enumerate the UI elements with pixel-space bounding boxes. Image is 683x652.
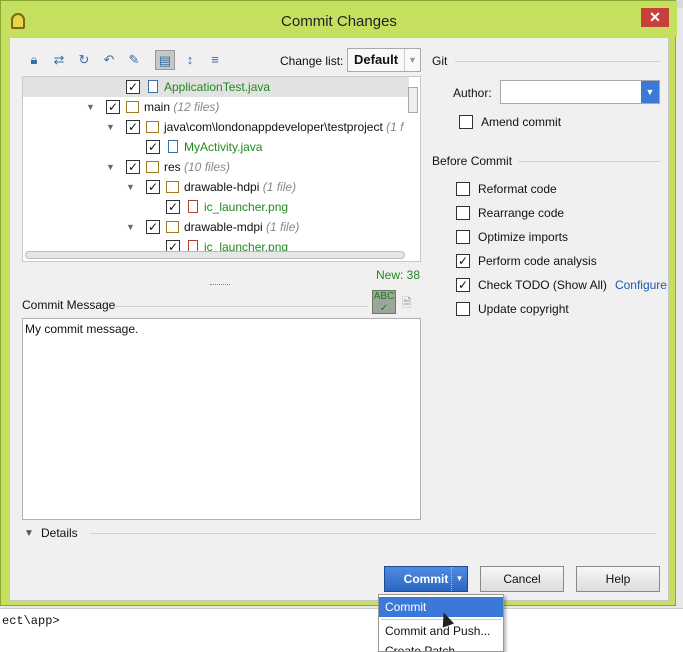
option-label: Update copyright [478,302,569,316]
commit-button-label: Commit [403,572,449,586]
refresh-icon[interactable]: ↻ [74,50,94,70]
option-label: Check TODO (Show All) Configure [478,278,667,292]
lock-icon[interactable]: 🔒︎ [24,50,44,70]
checkbox[interactable] [459,115,473,129]
splitter-handle[interactable] [210,284,230,288]
tree-item-name: MyActivity.java [184,140,263,154]
divider [455,61,660,62]
checkbox[interactable] [456,182,470,196]
details-toggle[interactable]: Details [41,526,78,540]
caret-down-icon[interactable]: ▼ [126,177,138,197]
caret-down-icon[interactable]: ▼ [126,217,138,237]
checkbox[interactable] [456,206,470,220]
caret-down-icon[interactable]: ▼ [24,528,34,539]
tree-vertical-scrollbar[interactable] [408,87,418,113]
folder-icon [126,101,139,113]
tree-item-name: main (12 files) [144,100,220,114]
tree-checkbox[interactable]: ✓ [126,120,140,134]
dialog-titlebar[interactable]: Commit Changes ✕ [1,1,677,37]
tree-item-name: ApplicationTest.java [164,80,271,94]
diff-icon[interactable]: ⇄ [49,50,69,70]
tree-item-name: ic_launcher.png [204,200,289,214]
tree-row[interactable]: ✓ ic_launcher.png [23,197,409,217]
terminal-panel[interactable]: ect\app> [0,608,683,652]
configure-link[interactable]: Configure [615,278,667,292]
tree-checkbox[interactable]: ✓ [146,140,160,154]
edit-icon[interactable]: ✎ [124,50,144,70]
tree-item-name: drawable-mdpi (1 file) [184,220,300,234]
changelist-label: Change list: [280,54,344,68]
changelist-value: Default [354,52,399,67]
dialog-body: 🔒︎ ⇄ ↻ ↶ ✎ ▤ ↕ ≡ Change list: Default ▼ … [9,37,669,601]
checkbox[interactable] [456,230,470,244]
tree-horizontal-scrollbar[interactable] [25,251,405,259]
folder-icon [146,121,159,133]
tree-checkbox[interactable]: ✓ [146,180,160,194]
image-file-icon [188,200,198,213]
tree-item-name: res (10 files) [164,160,231,174]
tree-checkbox[interactable]: ✓ [166,200,180,214]
java-file-icon [148,80,158,93]
divider [518,161,660,162]
cancel-button[interactable]: Cancel [480,566,564,592]
tree-checkbox[interactable]: ✓ [106,100,120,114]
tree-row[interactable]: ✓ ApplicationTest.java [23,77,409,97]
menu-item-create-patch[interactable]: Create Patch... [379,641,503,651]
git-section-label: Git [432,54,448,68]
commit-message-input[interactable]: My commit message. [22,318,421,520]
chevron-down-icon: ▼ [404,49,420,71]
tree-row[interactable]: ▼ ✓ res (10 files) [23,157,409,177]
divider [90,533,656,534]
tree-checkbox[interactable]: ✓ [146,220,160,234]
group-by-directory-icon[interactable]: ▤ [155,50,175,70]
commit-changes-dialog: Commit Changes ✕ 🔒︎ ⇄ ↻ ↶ ✎ ▤ ↕ ≡ Change… [0,0,677,606]
changes-tree[interactable]: ✓ ApplicationTest.java ▼ ✓ main (12 file… [22,76,421,262]
tree-checkbox[interactable]: ✓ [126,160,140,174]
tree-checkbox[interactable]: ✓ [126,80,140,94]
commit-button[interactable]: Commit ▼ [384,566,468,592]
folder-icon [166,221,179,233]
folder-icon [146,161,159,173]
option-label: Reformat code [478,182,557,196]
caret-down-icon[interactable]: ▼ [106,117,118,137]
chevron-down-icon[interactable]: ▼ [451,567,467,591]
tree-row[interactable]: ▼ ✓ java\com\londonappdeveloper\testproj… [23,117,409,137]
checkbox[interactable]: ✓ [456,254,470,268]
folder-icon [166,181,179,193]
collapse-all-icon[interactable]: ≡ [205,50,225,70]
history-icon[interactable]: 🗎︎ [402,294,418,310]
tree-row[interactable]: ✓ MyActivity.java [23,137,409,157]
new-files-count: New: 38 [376,268,421,282]
close-button[interactable]: ✕ [641,8,669,27]
help-button[interactable]: Help [576,566,660,592]
tree-item-name: java\com\londonappdeveloper\testproject … [164,120,404,134]
dialog-title: Commit Changes [281,13,397,30]
option-label: Rearrange code [478,206,565,220]
divider [114,306,368,307]
checkbox[interactable]: ✓ [456,278,470,292]
tree-row[interactable]: ▼ ✓ drawable-hdpi (1 file) [23,177,409,197]
chevron-down-icon[interactable]: ▼ [641,81,659,103]
commit-message-label: Commit Message [22,298,116,312]
checkbox[interactable] [456,302,470,316]
revert-icon[interactable]: ↶ [99,50,119,70]
terminal-prompt: ect\app> [2,614,60,628]
option-label: Amend commit [481,115,562,129]
expand-all-icon[interactable]: ↕ [180,50,200,70]
author-combobox[interactable]: ▼ [500,80,660,104]
caret-down-icon[interactable]: ▼ [86,97,98,117]
tree-row[interactable]: ▼ ✓ main (12 files) [23,97,409,117]
changelist-select[interactable]: Default ▼ [347,48,421,72]
tree-row[interactable]: ▼ ✓ drawable-mdpi (1 file) [23,217,409,237]
caret-down-icon[interactable]: ▼ [106,157,118,177]
option-label: Perform code analysis [478,254,597,268]
spellcheck-icon[interactable]: ABC ✓ [372,290,396,314]
option-label: Optimize imports [478,230,569,244]
before-commit-section-label: Before Commit [432,154,513,168]
tree-item-name: drawable-hdpi (1 file) [184,180,297,194]
java-file-icon [168,140,178,153]
author-label: Author: [453,86,492,100]
